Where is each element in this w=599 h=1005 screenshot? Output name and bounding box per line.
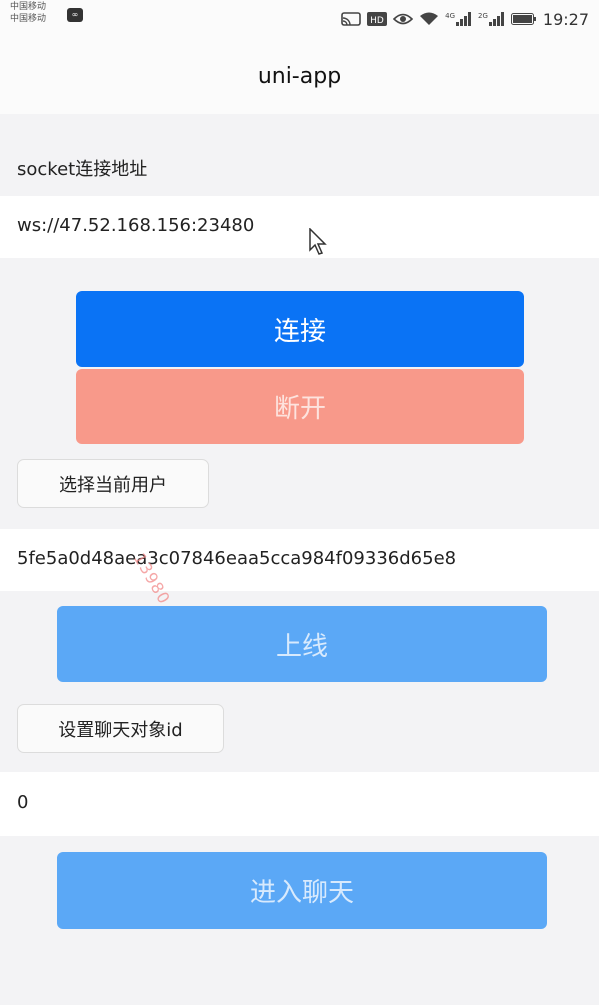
network-type-2: 2G (478, 12, 488, 20)
signal-bars-icon (488, 12, 504, 26)
disconnect-button[interactable]: 断开 (76, 369, 524, 444)
current-user-id-value[interactable]: 5fe5a0d48aea3c07846eaa5cca984f09336d65e8 (17, 548, 456, 569)
carrier-line-2: 中国移动 (10, 14, 47, 24)
socket-address-label: socket连接地址 (17, 159, 148, 180)
chat-target-id-field[interactable]: 0 (0, 772, 599, 836)
current-user-id-field[interactable]: 5fe5a0d48aea3c07846eaa5cca984f09336d65e8 (0, 529, 599, 591)
battery-icon (510, 13, 536, 25)
svg-text:HD: HD (370, 16, 384, 26)
enter-chat-button[interactable]: 进入聊天 (57, 852, 547, 929)
socket-address-input[interactable]: ws://47.52.168.156:23480 (17, 215, 254, 236)
eye-icon (393, 13, 414, 25)
carrier-line-1: 中国移动 (10, 2, 47, 12)
connect-button[interactable]: 连接 (76, 291, 524, 367)
nav-bar: uni-app (0, 38, 599, 114)
network-type-1: 4G (445, 12, 455, 20)
page-title: uni-app (257, 63, 342, 89)
select-user-button[interactable]: 选择当前用户 (17, 459, 209, 508)
status-bar: 中国移动 中国移动 ∞ HD 4G 2G 19:27 (0, 0, 599, 38)
clock: 19:27 (542, 9, 589, 29)
hd-icon: HD (367, 12, 388, 26)
wifi-icon (420, 12, 439, 25)
chat-target-id-value[interactable]: 0 (17, 792, 28, 813)
mouse-cursor-icon (309, 228, 327, 255)
status-icons: HD 4G 2G 19:27 (341, 8, 589, 30)
carrier-info: 中国移动 中国移动 (10, 1, 46, 25)
signal-bars-icon (456, 12, 471, 26)
set-chat-target-button[interactable]: 设置聊天对象id (17, 704, 224, 753)
infinity-icon: ∞ (67, 8, 83, 22)
online-button[interactable]: 上线 (57, 606, 547, 682)
socket-address-field[interactable]: ws://47.52.168.156:23480 (0, 196, 599, 258)
signal-1: 4G (445, 12, 472, 26)
signal-2: 2G (478, 12, 505, 26)
cast-icon (341, 12, 361, 26)
